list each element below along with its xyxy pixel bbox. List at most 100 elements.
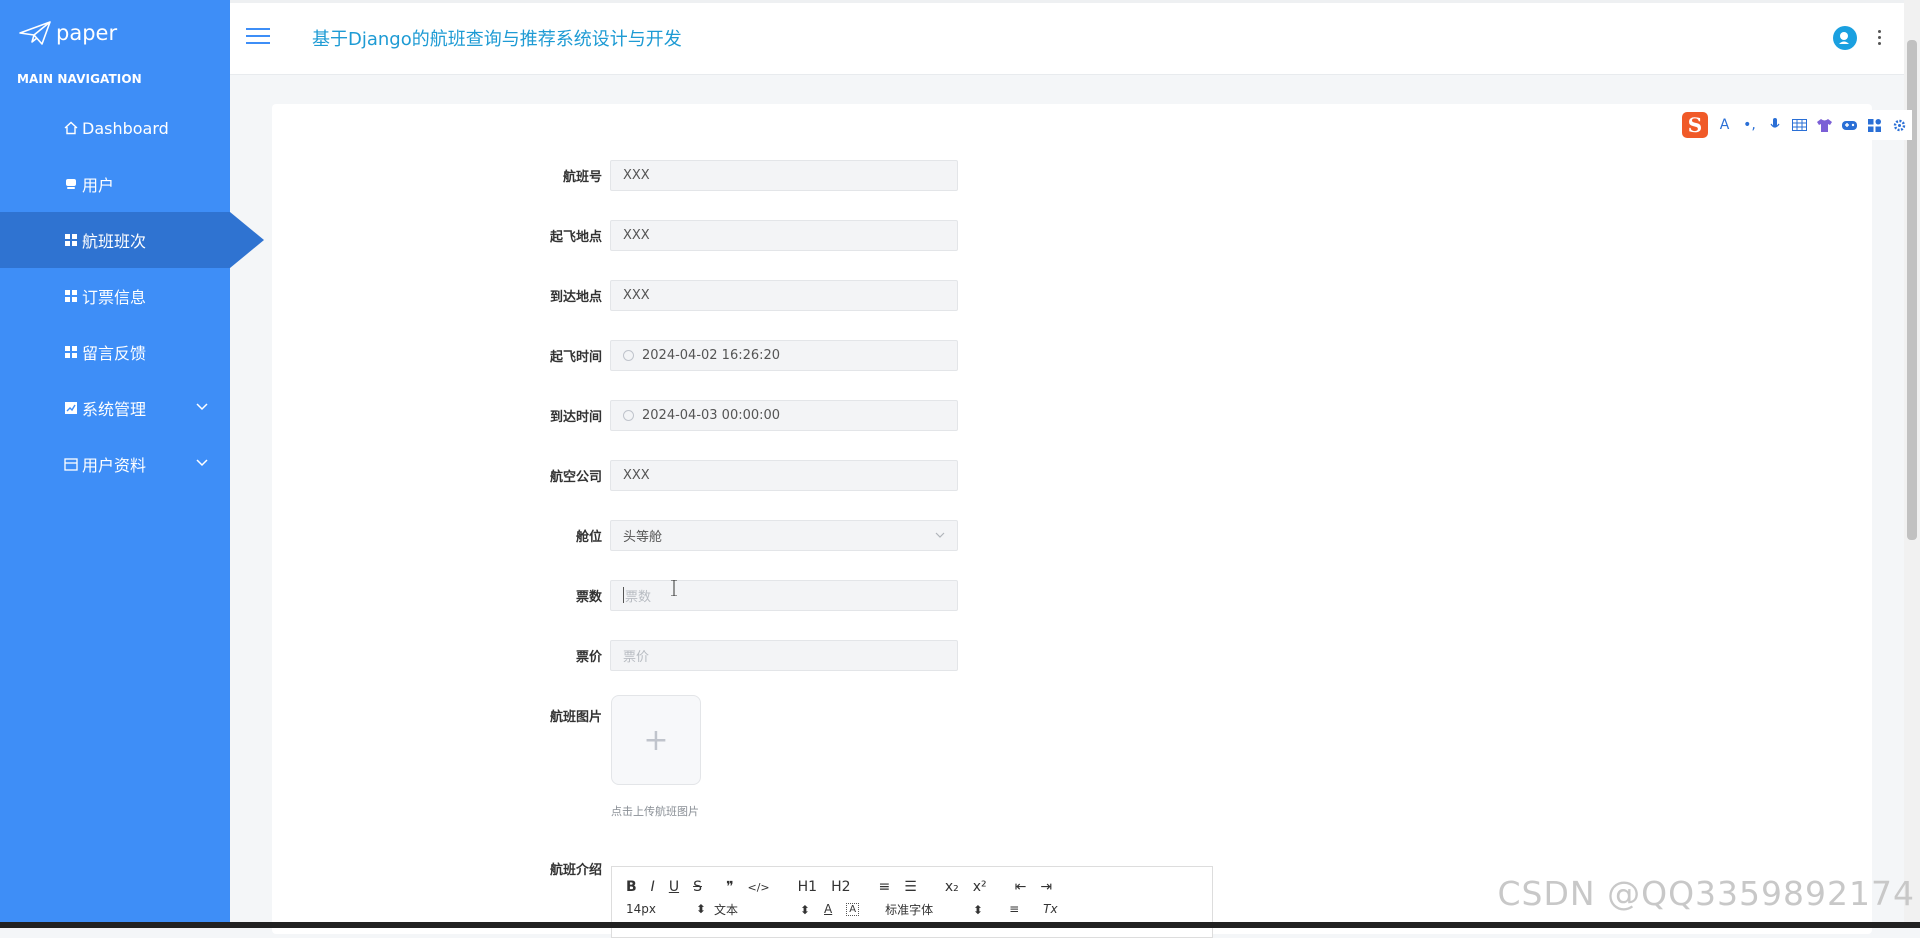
ticket-count-placeholder: 票数	[625, 589, 652, 605]
flight-image-label: 航班图片	[549, 709, 602, 725]
departure-time-value: 2024-04-02 16:26:20	[642, 347, 781, 363]
sidebar-item-label: 留言反馈	[82, 344, 147, 363]
grid-icon	[63, 233, 78, 248]
clock-icon	[623, 409, 634, 421]
bold-button[interactable]: B	[626, 879, 637, 895]
underline-button[interactable]: U	[669, 879, 679, 895]
home-icon	[63, 121, 78, 136]
user-icon	[63, 177, 78, 192]
brand-logo[interactable]: paper	[18, 18, 117, 48]
departure-place-input[interactable]: XXX	[610, 219, 958, 251]
cabin-selected-value: 头等舱	[623, 529, 663, 545]
departure-place-label: 起飞地点	[549, 229, 602, 245]
clear-format-button[interactable]: Tx	[1043, 902, 1057, 916]
subscript-button[interactable]: x₂	[945, 879, 959, 895]
text-caret	[623, 587, 624, 603]
sidebar-item-label: 订票信息	[82, 288, 147, 307]
ordered-list-button[interactable]: ≡	[879, 879, 891, 895]
form-row-departure-time: 起飞时间 2024-04-02 16:26:20	[530, 338, 958, 372]
form-row-airline: 航空公司 XXX	[530, 458, 958, 492]
form-row-flight-no: 航班号 XXX	[530, 158, 958, 192]
form-card	[272, 104, 1872, 934]
upload-tip: 点击上传航班图片	[611, 805, 699, 818]
apps-grid-icon[interactable]	[1866, 117, 1883, 134]
nav-section-title: MAIN NAVIGATION	[17, 72, 142, 86]
sidebar-item-users[interactable]: 用户	[0, 156, 230, 212]
brand-name: paper	[56, 21, 118, 45]
microphone-icon[interactable]	[1766, 117, 1783, 134]
ticket-count-label: 票数	[575, 589, 602, 605]
chevron-down-icon	[935, 532, 945, 538]
avatar[interactable]	[1833, 26, 1857, 50]
ticket-count-input[interactable]: 票数	[610, 579, 958, 611]
font-family-select[interactable]: 标准字体 ⬍	[885, 901, 1009, 918]
flight-intro-label: 航班介绍	[549, 862, 602, 878]
keyboard-icon[interactable]	[1791, 117, 1808, 134]
arrival-time-label: 到达时间	[549, 409, 602, 425]
ticket-price-input[interactable]: 票价	[610, 639, 958, 671]
italic-button[interactable]: I	[651, 879, 655, 895]
sogou-s-icon[interactable]: S	[1682, 112, 1708, 138]
menu-toggle-icon[interactable]	[246, 28, 270, 46]
form-row-ticket-count: 票数 票数	[530, 578, 958, 612]
arrival-place-input[interactable]: XXX	[610, 279, 958, 311]
sidebar-item-label: 航班班次	[82, 232, 147, 251]
flight-no-label: 航班号	[562, 169, 602, 185]
font-size-value: 14px	[626, 902, 656, 916]
form-row-ticket-price: 票价 票价	[530, 638, 958, 672]
image-upload-button[interactable]: +	[611, 695, 701, 785]
strike-button[interactable]: S	[693, 879, 702, 895]
flight-no-input[interactable]: XXX	[610, 159, 958, 191]
superscript-button[interactable]: x²	[973, 879, 987, 895]
h2-button[interactable]: H2	[831, 879, 850, 895]
page-title: 基于Django的航班查询与推荐系统设计与开发	[312, 29, 682, 50]
sidebar-item-dashboard[interactable]: Dashboard	[0, 100, 230, 156]
arrival-time-value: 2024-04-03 00:00:00	[642, 407, 781, 423]
cabin-select[interactable]: 头等舱	[610, 519, 958, 551]
arrival-place-label: 到达地点	[549, 289, 602, 305]
align-button[interactable]: ≡	[1009, 902, 1019, 916]
code-block-button[interactable]: </>	[748, 881, 770, 894]
bullet-list-button[interactable]: ☰	[904, 879, 917, 895]
sidebar-item-label: Dashboard	[82, 118, 169, 138]
sidebar-item-feedback[interactable]: 留言反馈	[0, 324, 230, 380]
paper-plane-icon	[19, 21, 51, 45]
ime-toolbar: S A •,	[1680, 110, 1912, 140]
settings-gear-icon[interactable]	[1891, 117, 1908, 134]
punctuation-icon[interactable]: •,	[1741, 117, 1758, 134]
sidebar-item-bookings[interactable]: 订票信息	[0, 268, 230, 324]
form-row-departure-place: 起飞地点 XXX	[530, 218, 958, 252]
font-size-select[interactable]: 14px ⬍	[626, 902, 714, 916]
airline-input[interactable]: XXX	[610, 459, 958, 491]
sidebar-item-profile[interactable]: 用户资料	[0, 436, 230, 492]
font-a-icon[interactable]: A	[1716, 117, 1733, 134]
form-row-arrival-place: 到达地点 XXX	[530, 278, 958, 312]
form-row-arrival-time: 到达时间 2024-04-03 00:00:00	[530, 398, 958, 432]
form-row-flight-intro: 航班介绍	[530, 851, 610, 885]
ticket-price-label: 票价	[575, 649, 602, 665]
sidebar-item-flights[interactable]: 航班班次	[0, 212, 264, 268]
more-options-icon[interactable]	[1878, 30, 1882, 46]
form-row-cabin: 舱位 头等舱	[530, 518, 958, 552]
sidebar-item-system[interactable]: 系统管理	[0, 380, 230, 436]
ibeam-cursor-icon	[671, 580, 677, 596]
header-top-border	[230, 0, 1920, 3]
text-color-button[interactable]: A	[824, 902, 832, 916]
departure-time-label: 起飞时间	[549, 349, 602, 365]
gamepad-icon[interactable]	[1841, 117, 1858, 134]
chart-icon	[63, 401, 78, 416]
skin-shirt-icon[interactable]	[1816, 117, 1833, 134]
font-family-value: 标准字体	[885, 902, 934, 917]
grid-icon	[63, 289, 78, 304]
departure-time-picker[interactable]: 2024-04-02 16:26:20	[610, 339, 958, 371]
arrival-time-picker[interactable]: 2024-04-03 00:00:00	[610, 399, 958, 431]
cabin-label: 舱位	[575, 529, 602, 545]
background-color-button[interactable]: A	[846, 902, 860, 916]
format-select[interactable]: 文本 ⬍	[714, 901, 824, 918]
outdent-button[interactable]: ⇤	[1015, 879, 1027, 895]
editor-toolbar-row1: B I U S ❞ </> H1 H2 ≡ ☰ x₂ x² ⇤ ⇥	[626, 878, 1066, 896]
sidebar-item-label: 系统管理	[82, 400, 147, 419]
indent-button[interactable]: ⇥	[1040, 879, 1052, 895]
blockquote-button[interactable]: ❞	[726, 879, 734, 895]
h1-button[interactable]: H1	[798, 879, 817, 895]
